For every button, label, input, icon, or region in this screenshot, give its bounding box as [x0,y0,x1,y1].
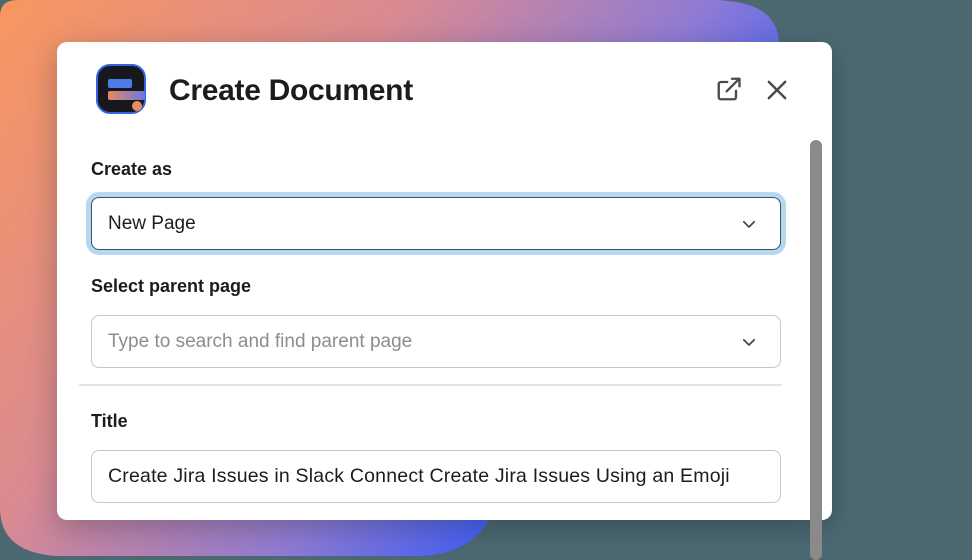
create-as-select[interactable]: New Page [91,197,781,250]
document-app-icon [96,64,146,114]
section-divider [79,384,782,386]
chevron-down-icon [740,333,758,351]
create-as-selected-value: New Page [92,213,740,235]
title-input[interactable] [91,450,781,503]
create-as-label: Create as [91,159,172,180]
app-icon-orange-dot [132,101,142,111]
close-button[interactable] [763,76,791,104]
parent-page-placeholder: Type to search and find parent page [92,331,740,353]
app-icon-gradient-bar [108,91,145,100]
parent-page-label: Select parent page [91,276,251,297]
open-external-button[interactable] [715,75,743,103]
app-icon-blue-bar [108,79,132,88]
title-label: Title [91,411,128,432]
close-icon [763,76,791,104]
chevron-down-icon [740,215,758,233]
modal-title: Create Document [169,74,413,108]
scrollbar-thumb[interactable] [810,140,822,560]
create-document-modal: Create Document Create as New Page Selec… [57,42,832,520]
parent-page-search-select[interactable]: Type to search and find parent page [91,315,781,368]
external-link-icon [715,75,743,103]
